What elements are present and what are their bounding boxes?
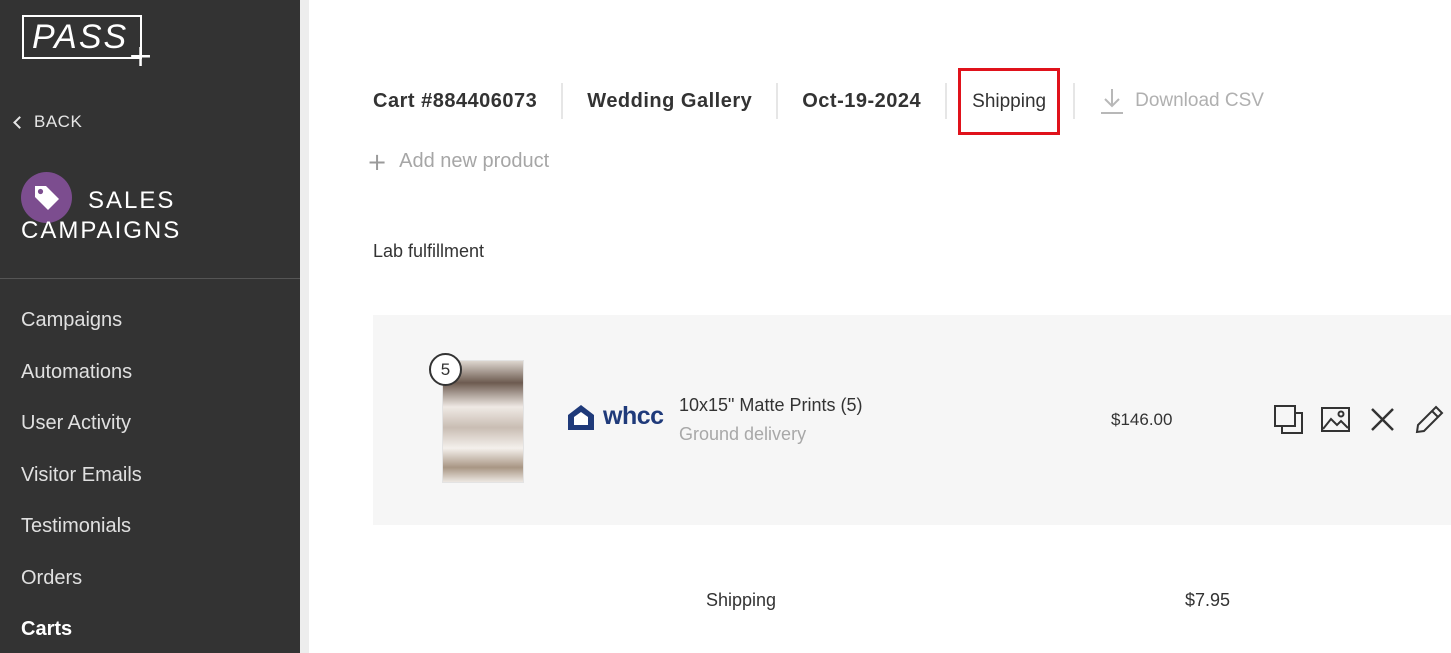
vendor-name: whcc [603, 402, 664, 430]
cart-id: Cart #884406073 [373, 89, 538, 112]
header-separator [776, 83, 779, 119]
cart-header: Cart #884406073 Wedding Gallery Oct-19-2… [373, 67, 1264, 135]
pencil-icon[interactable] [1414, 404, 1445, 435]
vendor-logo: whcc [566, 402, 664, 431]
logo-text: PASS [32, 18, 129, 56]
quantity-badge: 5 [429, 353, 462, 386]
plus-icon: + [367, 147, 388, 176]
sidebar-item-automations[interactable]: Automations [21, 349, 142, 401]
sidebar-item-visitor-emails[interactable]: Visitor Emails [21, 452, 142, 504]
product-actions [1273, 404, 1445, 435]
image-icon[interactable] [1320, 404, 1351, 435]
header-separator [1073, 83, 1076, 119]
shipping-line-price: $7.95 [1185, 590, 1231, 610]
sidebar-item-testimonials[interactable]: Testimonials [21, 503, 142, 555]
add-new-product-label: Add new product [399, 150, 550, 172]
duplicate-icon[interactable] [1273, 404, 1304, 435]
header-separator [945, 83, 948, 119]
close-icon[interactable] [1367, 404, 1398, 435]
sidebar: PASS + BACK SALES CAMPAIGNS Campaigns Au… [0, 0, 300, 653]
download-csv-button[interactable]: Download CSV [1099, 87, 1264, 115]
product-price: $146.00 [1111, 410, 1173, 429]
lab-fulfillment-heading: Lab fulfillment [373, 241, 485, 261]
pass-logo[interactable]: PASS + [22, 15, 154, 74]
download-icon [1101, 89, 1124, 114]
sidebar-nav: Campaigns Automations User Activity Visi… [21, 297, 142, 653]
sidebar-item-carts[interactable]: Carts [21, 606, 142, 653]
sidebar-item-orders[interactable]: Orders [21, 555, 142, 607]
sidebar-divider [0, 278, 300, 279]
download-csv-label: Download CSV [1135, 90, 1264, 111]
back-label: BACK [34, 112, 83, 131]
add-new-product-button[interactable]: + Add new product [367, 147, 550, 176]
cart-date: Oct-19-2024 [802, 89, 922, 112]
product-row: 5 whcc 10x15" Matte Prints (5) Ground de… [373, 315, 1451, 525]
sidebar-item-user-activity[interactable]: User Activity [21, 400, 142, 452]
logo-plus: + [128, 39, 154, 74]
chevron-left-icon [13, 115, 26, 129]
back-button[interactable]: BACK [12, 112, 82, 132]
sidebar-gutter [300, 0, 309, 653]
shipping-button[interactable]: Shipping [958, 67, 1061, 135]
house-icon [568, 404, 594, 430]
shipping-line-label: Shipping [706, 590, 777, 610]
section-title: SALES CAMPAIGNS [21, 187, 182, 244]
product-name: 10x15" Matte Prints (5) [679, 395, 863, 415]
header-separator [561, 83, 564, 119]
sidebar-item-campaigns[interactable]: Campaigns [21, 297, 142, 349]
gallery-name[interactable]: Wedding Gallery [587, 90, 752, 113]
delivery-method: Ground delivery [679, 424, 807, 444]
